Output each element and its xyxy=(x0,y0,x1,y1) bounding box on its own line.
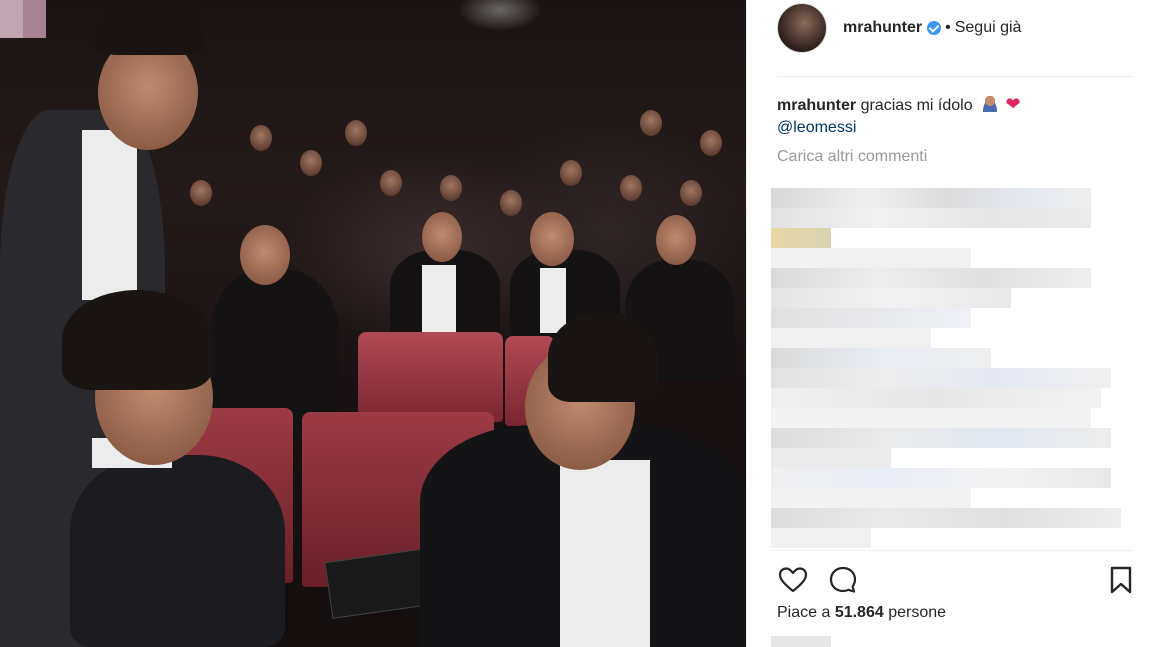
heart-outline-icon[interactable] xyxy=(777,564,809,596)
crowd-person xyxy=(300,150,322,176)
caption-text: gracias mi ídolo xyxy=(860,97,973,114)
post-photo[interactable] xyxy=(0,0,746,647)
divider xyxy=(771,550,1134,551)
crowd-person xyxy=(700,130,722,156)
crowd-person xyxy=(500,190,522,216)
crowd-person xyxy=(250,125,272,151)
comment-bubble-icon[interactable] xyxy=(827,564,859,596)
username-link[interactable]: mrahunter xyxy=(843,19,922,37)
standing-man-hair xyxy=(95,0,205,55)
likes-prefix: Piace a xyxy=(777,604,835,621)
theatre-seat xyxy=(358,332,503,422)
tuxedo-shirt xyxy=(540,268,566,333)
seated-man-face xyxy=(530,212,574,266)
caption: mrahunter gracias mi ídolo ❤ @leomessi xyxy=(777,93,1137,139)
likes-suffix: persone xyxy=(883,604,947,621)
child-hair xyxy=(62,290,212,390)
post-header: mrahunter • Segui già xyxy=(777,2,1021,54)
pixelated-corner xyxy=(0,0,46,38)
tuxedo-shirt xyxy=(422,265,456,335)
red-heart-emoji-icon: ❤ xyxy=(1005,94,1021,114)
verified-badge-icon xyxy=(927,21,942,35)
crowd-person xyxy=(560,160,582,186)
crowd-person xyxy=(190,180,212,206)
load-more-comments-button[interactable]: Carica altri commenti xyxy=(777,148,927,166)
seated-man-face xyxy=(240,225,290,285)
bookmark-icon[interactable] xyxy=(1105,564,1137,596)
pixelated-comments xyxy=(771,182,1121,548)
pixelated-timestamp xyxy=(771,636,831,647)
crowd-person xyxy=(640,110,662,136)
crowd-person xyxy=(680,180,702,206)
caption-username[interactable]: mrahunter xyxy=(777,97,856,114)
crowd-person xyxy=(620,175,642,201)
follow-status-button[interactable]: Segui già xyxy=(955,19,1022,37)
crowd-person xyxy=(345,120,367,146)
seated-woman-face xyxy=(656,215,696,265)
person-emoji-icon xyxy=(981,96,1000,112)
standing-man-shirt xyxy=(82,130,137,300)
mention-link[interactable]: @leomessi xyxy=(777,119,856,136)
seated-man-face xyxy=(422,212,462,262)
right-man-hair xyxy=(548,312,658,402)
likes-number: 51.864 xyxy=(834,604,884,621)
likes-count[interactable]: Piace a 51.864 persone xyxy=(777,604,946,622)
avatar[interactable] xyxy=(777,3,827,53)
divider xyxy=(777,76,1134,77)
post-sidebar: mrahunter • Segui già mrahunter gracias … xyxy=(746,0,1149,647)
separator-dot: • xyxy=(945,19,951,36)
crowd-person xyxy=(380,170,402,196)
crowd-person xyxy=(440,175,462,201)
child-suit xyxy=(70,455,285,647)
action-bar xyxy=(777,562,1137,598)
right-man-shirt xyxy=(560,460,650,647)
